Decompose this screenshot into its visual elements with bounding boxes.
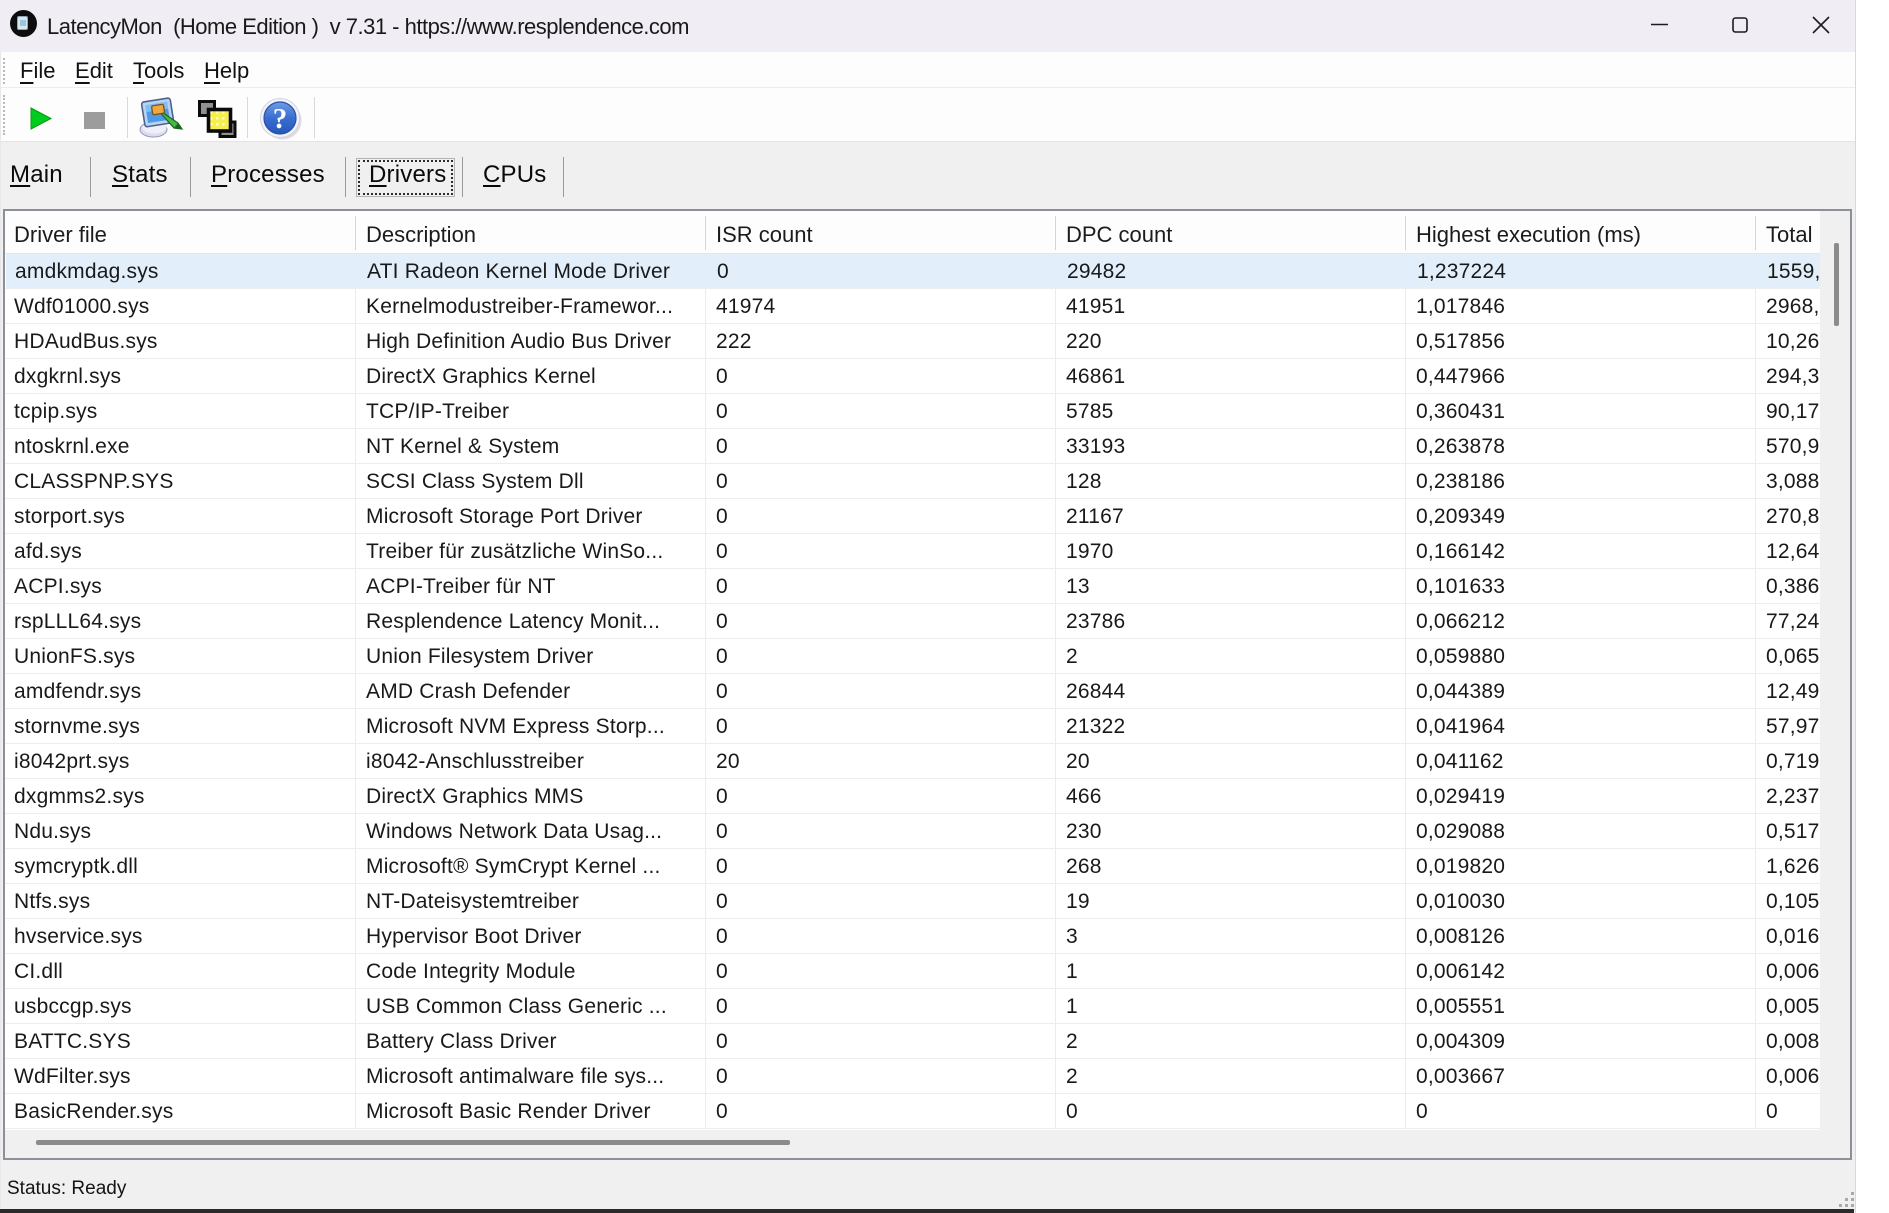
svg-text:?: ? [273, 103, 288, 135]
